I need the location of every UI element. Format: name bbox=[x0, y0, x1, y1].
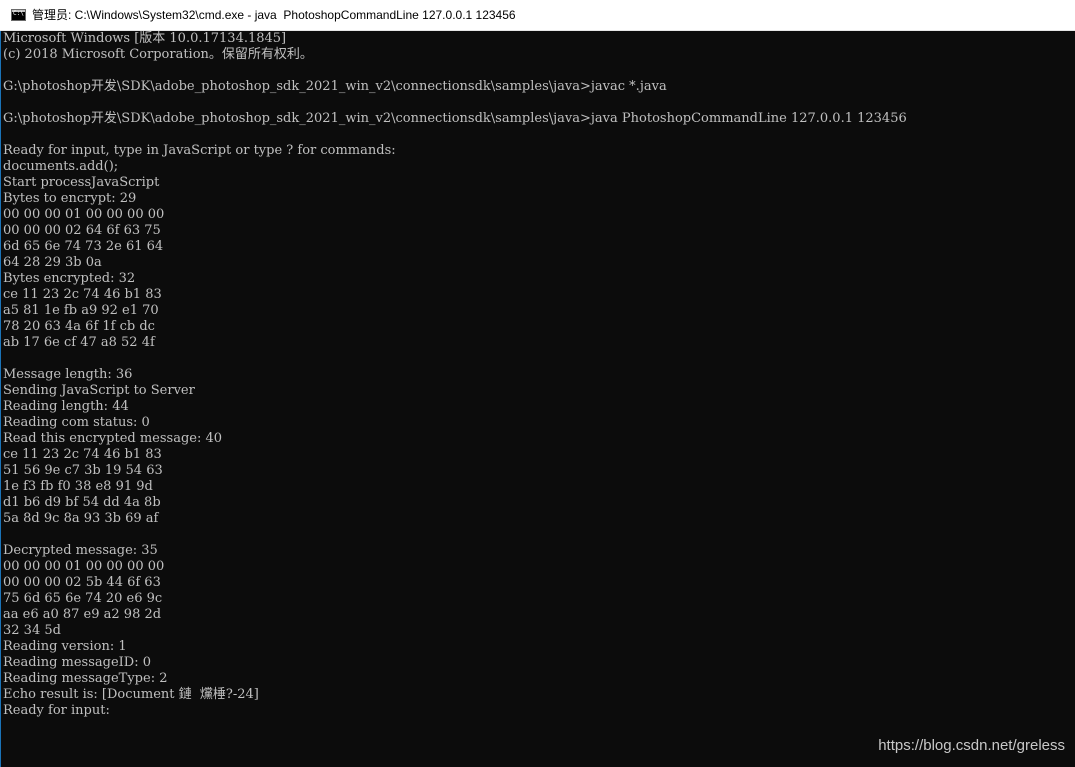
console-line: (c) 2018 Microsoft Corporation。保留所有权利。 bbox=[3, 47, 313, 62]
console-line: Ready for input: bbox=[3, 703, 110, 718]
console-line: Reading messageType: 2 bbox=[3, 671, 168, 686]
console-line: documents.add(); bbox=[3, 159, 119, 174]
console-output[interactable]: Microsoft Windows [版本 10.0.17134.1845] (c… bbox=[3, 31, 1073, 767]
console-line: 78 20 63 4a 6f 1f cb dc bbox=[3, 319, 155, 334]
console-line: Start processJavaScript bbox=[3, 175, 160, 190]
console-line: Reading com status: 0 bbox=[3, 415, 150, 430]
console-line: G:\photoshop开发\SDK\adobe_photoshop_sdk_2… bbox=[3, 111, 907, 126]
console-line: 1e f3 fb f0 38 e8 91 9d bbox=[3, 479, 153, 494]
console-line: 00 00 00 02 5b 44 6f 63 bbox=[3, 575, 161, 590]
console-line: Echo result is: [Document 鏈 爣棰?-24] bbox=[3, 687, 259, 702]
console-line: ce 11 23 2c 74 46 b1 83 bbox=[3, 447, 162, 462]
console-line: Bytes encrypted: 32 bbox=[3, 271, 136, 286]
console-line: Reading version: 1 bbox=[3, 639, 127, 654]
window-title: 管理员: C:\Windows\System32\cmd.exe - java … bbox=[32, 8, 516, 22]
console-line: 00 00 00 01 00 00 00 00 bbox=[3, 559, 165, 574]
console-line: 6d 65 6e 74 73 2e 61 64 bbox=[3, 239, 164, 254]
console-line: 00 00 00 01 00 00 00 00 bbox=[3, 207, 165, 222]
console-line: Reading messageID: 0 bbox=[3, 655, 152, 670]
console-line: G:\photoshop开发\SDK\adobe_photoshop_sdk_2… bbox=[3, 79, 667, 94]
console-line: Bytes to encrypt: 29 bbox=[3, 191, 137, 206]
console-line: ab 17 6e cf 47 a8 52 4f bbox=[3, 335, 155, 350]
console-line: Read this encrypted message: 40 bbox=[3, 431, 223, 446]
console-line: Sending JavaScript to Server bbox=[3, 383, 195, 398]
console-line: 51 56 9e c7 3b 19 54 63 bbox=[3, 463, 163, 478]
window-left-border bbox=[0, 31, 1, 767]
console-line: Decrypted message: 35 bbox=[3, 543, 158, 558]
icon-glyph: C:\ bbox=[13, 10, 24, 17]
console-line: 75 6d 65 6e 74 20 e6 9c bbox=[3, 591, 163, 606]
console-line: Message length: 36 bbox=[3, 367, 133, 382]
watermark: https://blog.csdn.net/greless bbox=[878, 737, 1065, 754]
title-bar[interactable]: C:\ 管理员: C:\Windows\System32\cmd.exe - j… bbox=[0, 0, 1075, 31]
console-line: 00 00 00 02 64 6f 63 75 bbox=[3, 223, 161, 238]
console-line: 64 28 29 3b 0a bbox=[3, 255, 102, 270]
console-line: ce 11 23 2c 74 46 b1 83 bbox=[3, 287, 162, 302]
console-line: 32 34 5d bbox=[3, 623, 61, 638]
console-line: Microsoft Windows [版本 10.0.17134.1845] bbox=[3, 31, 287, 46]
cmd-console-icon[interactable]: C:\ bbox=[11, 9, 26, 21]
console-line: d1 b6 d9 bf 54 dd 4a 8b bbox=[3, 495, 161, 510]
console-line: aa e6 a0 87 e9 a2 98 2d bbox=[3, 607, 162, 622]
console-line: 5a 8d 9c 8a 93 3b 69 af bbox=[3, 511, 159, 526]
cmd-window: C:\ 管理员: C:\Windows\System32\cmd.exe - j… bbox=[0, 0, 1075, 767]
console-line: a5 81 1e fb a9 92 e1 70 bbox=[3, 303, 159, 318]
console-line: Reading length: 44 bbox=[3, 399, 129, 414]
console-line: Ready for input, type in JavaScript or t… bbox=[3, 143, 396, 158]
